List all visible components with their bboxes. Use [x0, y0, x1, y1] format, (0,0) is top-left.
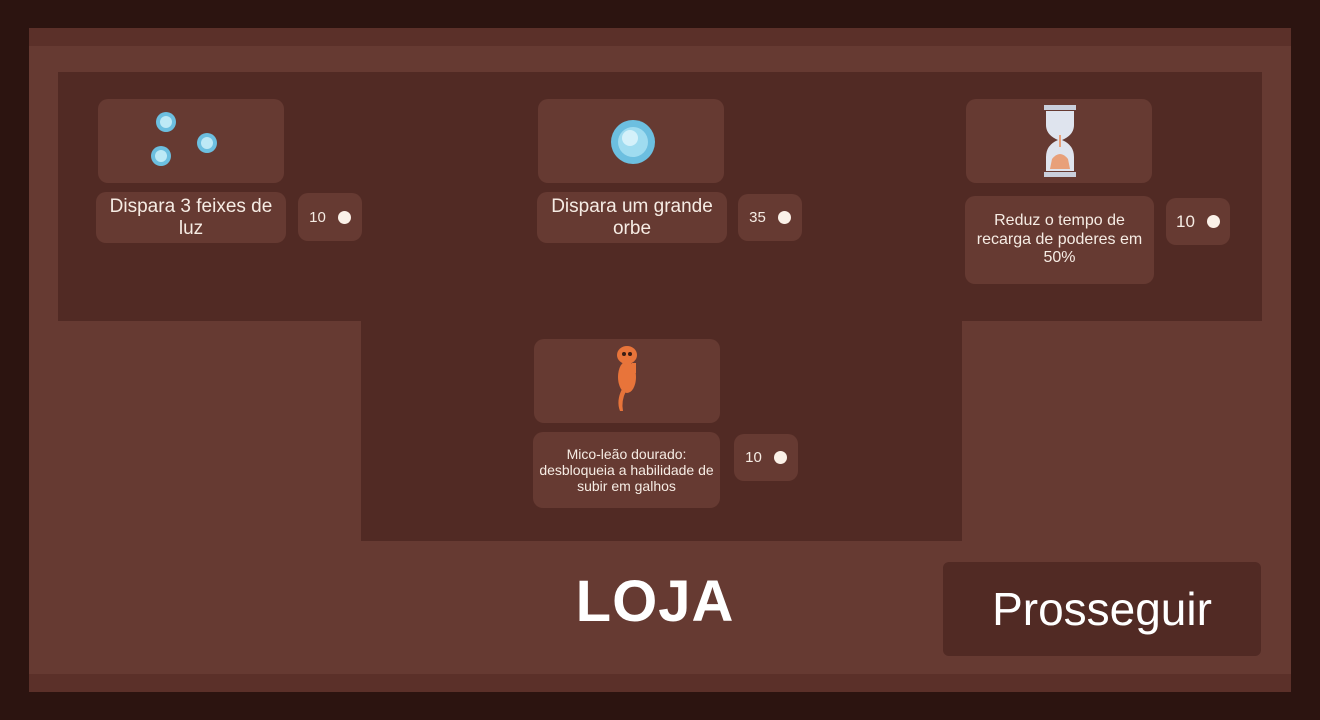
item-price-button[interactable]: 35	[738, 194, 802, 241]
big-orb-icon	[538, 99, 724, 183]
item-price-button[interactable]: 10	[734, 434, 798, 481]
coin-icon	[777, 211, 791, 224]
shop-item-big-orb[interactable]	[538, 99, 724, 183]
price-value: 35	[749, 209, 766, 226]
item-price-button[interactable]: 10	[298, 193, 362, 241]
item-description: Dispara 3 feixes de luz	[96, 192, 286, 243]
shop-item-three-beams[interactable]	[98, 99, 284, 183]
page-title: LOJA	[575, 569, 735, 634]
hourglass-icon	[966, 99, 1152, 183]
price-value: 10	[309, 208, 326, 226]
shop-item-tamarin[interactable]	[534, 339, 720, 423]
frame-top-band	[29, 28, 1291, 46]
coin-icon	[1206, 215, 1220, 228]
golden-lion-tamarin-icon	[534, 339, 720, 423]
coin-icon	[337, 210, 351, 224]
frame-bottom-band	[29, 674, 1291, 692]
item-description: Mico-leão dourado: desbloqueia a habilid…	[533, 432, 720, 508]
price-value: 10	[745, 449, 762, 466]
price-value: 10	[1176, 211, 1195, 231]
three-light-beams-icon	[98, 99, 284, 183]
coin-icon	[773, 451, 787, 464]
item-description: Dispara um grande orbe	[537, 192, 727, 243]
continue-button[interactable]: Prosseguir	[943, 562, 1261, 656]
item-description: Reduz o tempo de recarga de poderes em 5…	[965, 196, 1154, 284]
shop-item-hourglass[interactable]	[966, 99, 1152, 183]
item-price-button[interactable]: 10	[1166, 198, 1230, 245]
